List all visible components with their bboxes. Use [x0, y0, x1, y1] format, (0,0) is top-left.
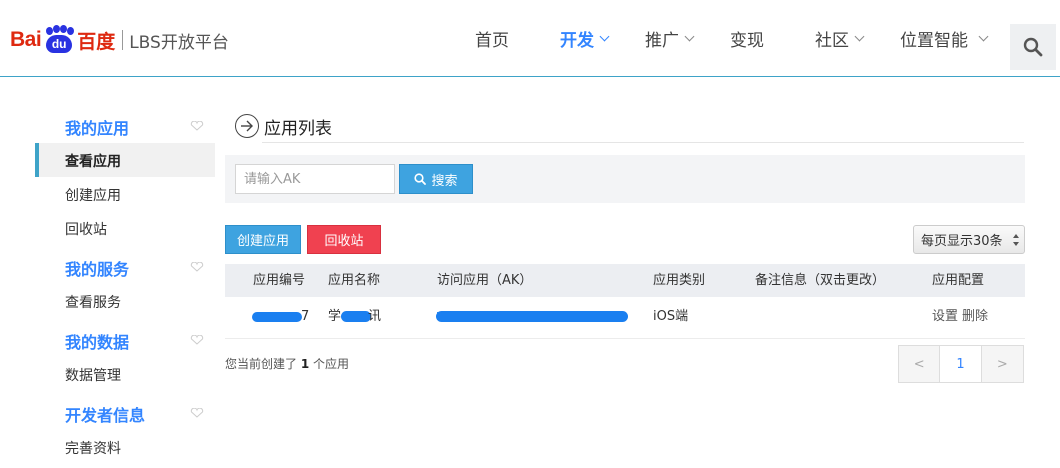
summary-suffix: 个应用	[313, 357, 350, 371]
column-header-category: 应用类别	[653, 273, 706, 288]
heart-outline-icon[interactable]	[190, 408, 204, 418]
sidebar-group-my-apps[interactable]: 我的应用	[65, 115, 129, 139]
search-icon	[414, 173, 427, 185]
nav-community-label: 社区	[815, 31, 849, 51]
column-header-app-id: 应用编号	[253, 273, 306, 288]
baidu-lbs-logo[interactable]: Bai du 百度 LBS开放平台	[10, 22, 229, 58]
chevron-down-icon	[854, 31, 865, 42]
redaction-mark	[436, 311, 628, 322]
sidebar-item-recycle-bin[interactable]: 回收站	[65, 219, 107, 239]
heart-outline-icon[interactable]	[190, 335, 204, 345]
remark-cell[interactable]	[755, 307, 905, 327]
sidebar-item-create-app[interactable]: 创建应用	[65, 185, 121, 205]
search-button[interactable]: 搜索	[399, 164, 473, 194]
logo-subtitle: LBS开放平台	[129, 32, 229, 53]
chevron-down-icon	[599, 31, 610, 42]
summary-count: 1	[300, 357, 310, 371]
redaction-mark	[252, 312, 302, 322]
nav-promote-label: 推广	[645, 31, 679, 51]
next-page-button[interactable]: >	[981, 346, 1024, 382]
nav-monetize[interactable]: 变现	[730, 0, 764, 77]
nav-community[interactable]: 社区	[815, 0, 865, 77]
ak-search-input[interactable]	[235, 164, 395, 194]
sidebar-group-my-data[interactable]: 我的数据	[65, 329, 129, 353]
column-header-remark: 备注信息（双击更改）	[755, 273, 886, 288]
chevron-down-icon	[684, 31, 695, 42]
logo-text-chinese: 百度	[77, 30, 116, 53]
nav-promote[interactable]: 推广	[645, 0, 695, 77]
global-search-button[interactable]	[1010, 24, 1056, 70]
app-id-cell: 7	[301, 309, 310, 324]
create-app-button[interactable]: 创建应用	[225, 225, 301, 254]
sidebar-active-highlight	[35, 143, 215, 177]
per-page-select[interactable]: 每页显示30条	[913, 225, 1025, 254]
sidebar-item-view-services[interactable]: 查看服务	[65, 292, 121, 312]
logo-divider	[122, 30, 124, 50]
delete-link[interactable]: 删除	[962, 307, 988, 327]
nav-home[interactable]: 首页	[475, 0, 509, 77]
search-icon	[1023, 37, 1043, 57]
recycle-bin-button[interactable]: 回收站	[307, 225, 381, 254]
settings-link[interactable]: 设置	[932, 307, 958, 327]
row-divider	[225, 338, 1025, 339]
sidebar-item-data-management[interactable]: 数据管理	[65, 365, 121, 385]
app-count-summary: 您当前创建了 1 个应用	[225, 355, 349, 372]
title-divider	[262, 142, 1024, 143]
select-arrows-icon	[1013, 234, 1019, 246]
prev-page-button[interactable]: <	[899, 346, 941, 382]
top-navigation-bar: Bai du 百度 LBS开放平台 首页 开发 推广 变现 社区 位置智能	[0, 0, 1060, 77]
column-header-ak: 访问应用（AK）	[437, 273, 533, 288]
nav-develop[interactable]: 开发	[560, 0, 610, 77]
heart-outline-icon[interactable]	[190, 262, 204, 272]
page-title: 应用列表	[235, 113, 332, 139]
column-header-app-name: 应用名称	[328, 273, 381, 288]
sidebar-item-complete-profile[interactable]: 完善资料	[65, 438, 121, 458]
heart-outline-icon[interactable]	[190, 121, 204, 131]
nav-monetize-label: 变现	[730, 31, 764, 51]
app-name-cell-start: 学	[328, 309, 342, 324]
nav-home-label: 首页	[475, 31, 509, 51]
search-button-label: 搜索	[431, 173, 458, 189]
page-number-button[interactable]: 1	[940, 346, 982, 382]
arrow-right-circle-icon	[235, 114, 259, 138]
logo-text-du: du	[46, 35, 73, 53]
category-cell: iOS端	[653, 309, 689, 324]
logo-text-bai: Bai	[10, 28, 42, 51]
column-header-config: 应用配置	[932, 273, 985, 288]
sidebar-item-view-apps[interactable]: 查看应用	[65, 151, 121, 171]
app-name-cell-end: 讯	[368, 309, 382, 324]
nav-location-intelligence-label: 位置智能	[900, 31, 968, 51]
summary-prefix: 您当前创建了	[225, 357, 298, 371]
nav-location-intelligence[interactable]: 位置智能	[900, 0, 989, 77]
pagination: < 1 >	[898, 345, 1024, 383]
sidebar-group-my-services[interactable]: 我的服务	[65, 256, 129, 280]
baidu-paw-icon: du	[42, 25, 76, 55]
nav-develop-label: 开发	[560, 31, 594, 51]
sidebar-group-developer-info[interactable]: 开发者信息	[65, 402, 145, 426]
per-page-value: 每页显示30条	[921, 234, 1003, 249]
page-title-text: 应用列表	[264, 118, 332, 139]
redaction-mark	[341, 311, 371, 322]
chevron-down-icon	[978, 31, 989, 42]
